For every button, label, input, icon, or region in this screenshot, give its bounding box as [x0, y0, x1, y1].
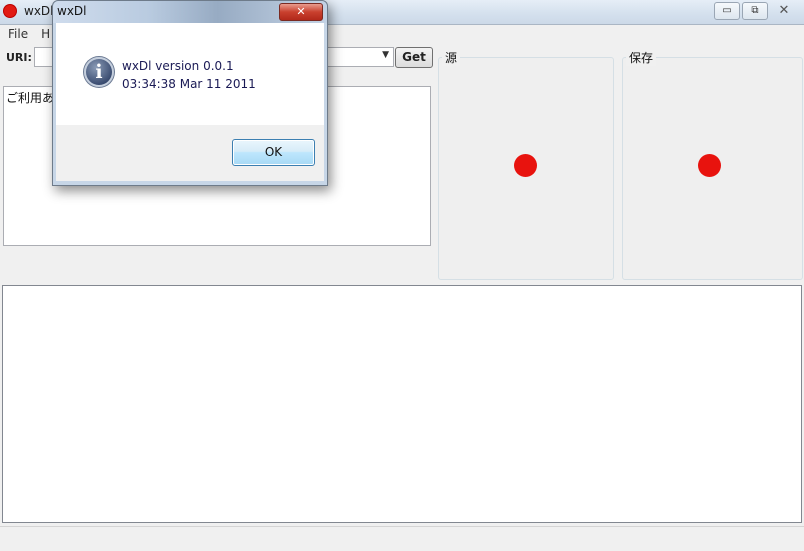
- info-icon: i: [84, 57, 114, 87]
- source-indicator-dot: [514, 154, 537, 177]
- ok-button[interactable]: OK: [232, 139, 315, 166]
- save-group-box: [622, 57, 803, 280]
- dialog-build-date-text: 03:34:38 Mar 11 2011: [122, 77, 256, 91]
- uri-label: URI:: [6, 51, 32, 64]
- about-dialog: wxDl ✕ i wxDl version 0.0.1 03:34:38 Mar…: [52, 0, 328, 186]
- dialog-footer: OK: [56, 125, 324, 181]
- save-indicator-dot: [698, 154, 721, 177]
- close-button[interactable]: ✕: [770, 2, 798, 20]
- window-controls: ▭ ⧉ ✕: [714, 2, 798, 20]
- window-title: wxDl: [24, 4, 54, 18]
- chevron-down-icon[interactable]: ▼: [382, 50, 389, 60]
- restore-button[interactable]: ⧉: [742, 2, 768, 20]
- status-bar: [0, 526, 804, 551]
- dialog-version-text: wxDl version 0.0.1: [122, 59, 234, 73]
- source-group-label: 源: [442, 49, 461, 66]
- dialog-titlebar[interactable]: wxDl ✕: [53, 1, 327, 23]
- source-group-box: [438, 57, 614, 280]
- minimize-button[interactable]: ▭: [714, 2, 740, 20]
- app-icon: [4, 5, 16, 17]
- get-button[interactable]: Get: [395, 47, 433, 68]
- dialog-close-button[interactable]: ✕: [279, 3, 323, 21]
- save-group-label: 保存: [626, 49, 657, 66]
- dialog-title: wxDl: [57, 4, 87, 18]
- log-area[interactable]: [2, 285, 802, 523]
- dialog-body: i wxDl version 0.0.1 03:34:38 Mar 11 201…: [56, 23, 324, 125]
- menu-file[interactable]: File: [0, 27, 33, 41]
